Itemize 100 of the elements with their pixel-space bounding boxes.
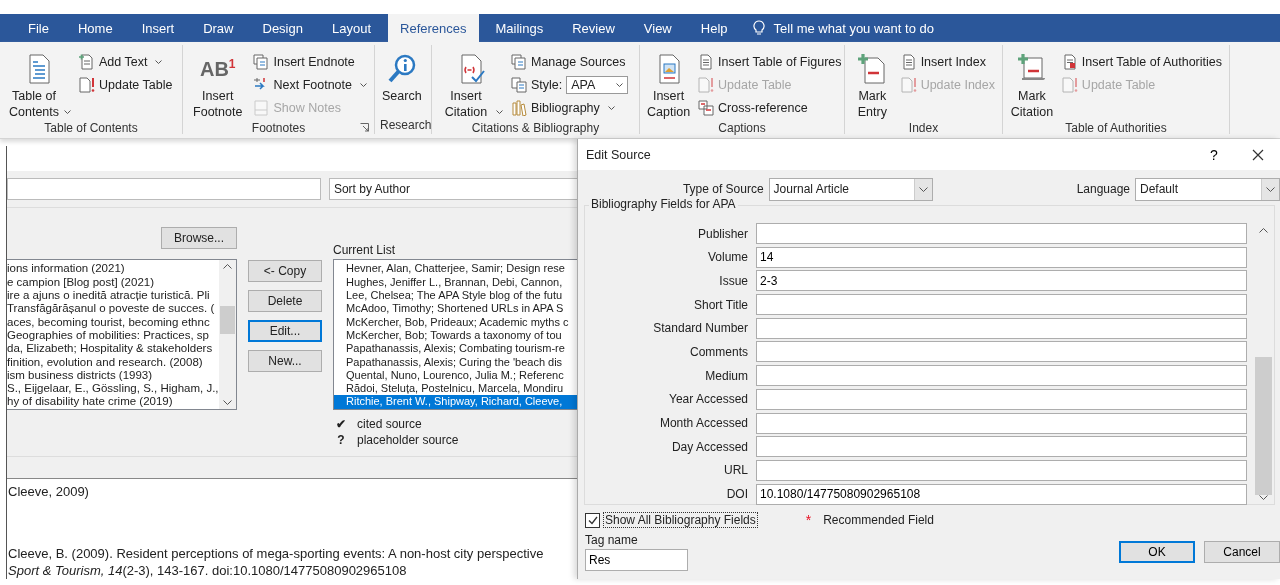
text-field[interactable] <box>756 341 1247 363</box>
ribbon-tab[interactable]: Help <box>688 14 740 42</box>
ribbon-tab[interactable]: File <box>16 14 61 42</box>
text-field[interactable] <box>756 317 1247 339</box>
legend-symbol: ✔ <box>335 417 347 432</box>
scroll-up-icon <box>1258 228 1268 233</box>
source-item[interactable]: e campion [Blog post] (2021) <box>7 275 219 290</box>
ribbon-button[interactable]: Insert Citation <box>437 49 505 121</box>
source-item[interactable]: Hughes, Jeniffer L., Brannan, Debi, Cannon, <box>334 275 577 290</box>
source-item[interactable]: S., Eijgelaar, E., Gössling, S., Higham, J., <box>7 382 219 396</box>
tag-name-field[interactable]: Res <box>585 549 688 571</box>
search-field[interactable] <box>7 178 321 201</box>
text-field[interactable]: 14 <box>756 246 1247 268</box>
ribbon-tab[interactable]: References <box>388 14 479 42</box>
ribbon-button[interactable]: Next Footnote <box>251 74 369 96</box>
source-item[interactable]: McAdoo, Timothy; Shortened URLs in APA S <box>334 302 577 316</box>
group-label: Index <box>908 121 939 135</box>
source-item[interactable]: da, Elizabeth; Hospitality & stakeholders <box>7 342 219 356</box>
source-item[interactable]: ions information (2021) <box>7 262 219 276</box>
language-label: Language <box>1075 182 1130 196</box>
recommended-field-label: Recommended Field <box>823 513 934 527</box>
source-item[interactable]: Geographies of mobilities: Practices, sp <box>7 328 219 343</box>
source-item[interactable]: Hevner, Alan, Chatterjee, Samir; Design rese <box>334 262 577 276</box>
source-item[interactable]: finition, evolution and research. (2008) <box>7 355 219 369</box>
ribbon-button[interactable]: Insert Caption <box>645 49 693 121</box>
ribbon-button[interactable]: AB$^{1}$ Insert Footnote <box>188 49 248 121</box>
ribbon-tab[interactable]: View <box>631 14 684 42</box>
source-item[interactable]: ism business districts (1993) <box>7 368 219 383</box>
source-item[interactable]: Lee, Chelsea; The APA Style blog of the futu <box>334 289 577 303</box>
text-field[interactable] <box>756 365 1247 387</box>
source-item[interactable]: McKercher, Bob; Towards a taxonomy of tou <box>334 328 577 343</box>
text-field[interactable] <box>756 388 1247 410</box>
source-item[interactable]: Papathanassis, Alexis; Curing the 'beach dis <box>334 355 577 369</box>
stacked-pages-icon <box>511 54 527 70</box>
ribbon-button[interactable]: Insert Table of Authorities <box>1059 51 1224 73</box>
ribbon-tab[interactable]: Design <box>250 14 315 42</box>
ribbon-button[interactable]: Mark Citation <box>1008 49 1056 121</box>
source-item[interactable]: aces, becoming tourist, becoming ethnc <box>7 315 219 329</box>
ribbon-tab[interactable]: Review <box>560 14 627 42</box>
type-of-source-label: Type of Source <box>681 182 764 196</box>
ribbon-tab[interactable]: Draw <box>191 14 246 42</box>
action-button[interactable]: Edit... <box>248 320 322 343</box>
citation-preview: Cleeve, 2009) <box>8 484 89 499</box>
sort-dropdown[interactable]: Sort by Author <box>328 178 578 201</box>
field-label: URL <box>723 463 748 478</box>
dialog-button[interactable]: OK <box>1119 541 1195 563</box>
ribbon-button[interactable]: Bibliography <box>509 97 631 119</box>
group-label: Table of Contents <box>44 121 138 135</box>
style-dropdown[interactable]: APA <box>566 76 629 94</box>
ribbon-button[interactable]: Insert Index <box>898 51 997 73</box>
scroll-thumb[interactable] <box>220 305 235 334</box>
source-item[interactable]: ire a ajuns o inedită atracție turistică. Pli <box>7 289 219 303</box>
ribbon-tab[interactable]: Layout <box>319 14 383 42</box>
source-item[interactable]: Quental, Nuno, Lourenco, Julia M.; Referenc <box>334 368 577 383</box>
dialog-button[interactable]: Cancel <box>1204 541 1280 563</box>
ribbon-button[interactable]: Search <box>380 49 424 118</box>
text-field[interactable] <box>756 223 1247 244</box>
field-label: Short Title <box>692 297 748 312</box>
group-label: Captions <box>718 121 766 135</box>
master-list[interactable] <box>7 259 237 411</box>
ribbon-button[interactable]: Manage Sources <box>509 51 631 73</box>
help-button[interactable]: ? <box>1192 139 1236 170</box>
ribbon-button[interactable]: Table of Contents <box>5 49 73 121</box>
source-item[interactable]: Ritchie, Brent W., Shipway, Richard, Cleeve, <box>334 395 577 409</box>
text-field[interactable]: 2-3 <box>756 270 1247 292</box>
ribbon-button[interactable]: Mark Entry <box>850 49 895 121</box>
checkbox[interactable] <box>585 512 600 528</box>
ribbon-button[interactable]: Update Table <box>77 74 175 96</box>
source-item[interactable]: McKercher, Bob, Prideaux; Academic myths c <box>334 315 577 329</box>
scrollbar[interactable] <box>219 260 236 410</box>
text-field[interactable] <box>756 459 1247 481</box>
scroll-thumb[interactable] <box>1254 357 1272 495</box>
source-item[interactable]: Rădoi, Steluța, Postelnicu, Marcela, Mondiru <box>334 382 577 396</box>
source-item[interactable]: Papathanassis, Alexis; Combating tourism-re <box>334 342 577 356</box>
type-of-source-dropdown[interactable]: Journal Article <box>768 177 934 201</box>
action-button[interactable]: <- Copy <box>248 260 322 283</box>
document-exclamation-icon <box>698 77 715 93</box>
text-field[interactable]: 10.1080/14775080902965108 <box>756 483 1247 505</box>
field-label: Standard Number <box>652 321 748 336</box>
ribbon-button[interactable]: Insert Table of Figures <box>696 51 844 73</box>
ribbon-button[interactable]: Cross-reference <box>696 97 844 119</box>
field-label: Volume <box>706 250 748 265</box>
source-item[interactable]: hy of disability hate crime (2019) <box>7 395 219 409</box>
ribbon-button[interactable]: Insert Endnote <box>251 51 369 73</box>
source-item[interactable]: Transfăgărășanul o poveste de succes. ( <box>7 302 219 316</box>
ribbon-tab[interactable]: Mailings <box>483 14 556 42</box>
language-dropdown[interactable]: Default <box>1135 177 1280 201</box>
action-button[interactable]: New... <box>248 350 322 373</box>
text-field[interactable] <box>756 412 1247 434</box>
current-list[interactable] <box>333 259 577 411</box>
text-field[interactable] <box>756 294 1247 316</box>
ribbon-tab[interactable]: Insert <box>129 14 187 42</box>
document-lines-icon <box>1061 54 1078 70</box>
current-list-label: Current List <box>333 243 396 258</box>
action-button[interactable]: Delete <box>248 290 322 313</box>
ribbon-tab[interactable]: Home <box>65 14 125 42</box>
tell-me-search[interactable]: Tell me what you want to do <box>773 20 934 36</box>
ribbon-button[interactable]: Add Text <box>77 51 175 73</box>
text-field[interactable] <box>756 436 1247 458</box>
browse-button[interactable]: Browse... <box>161 227 237 250</box>
